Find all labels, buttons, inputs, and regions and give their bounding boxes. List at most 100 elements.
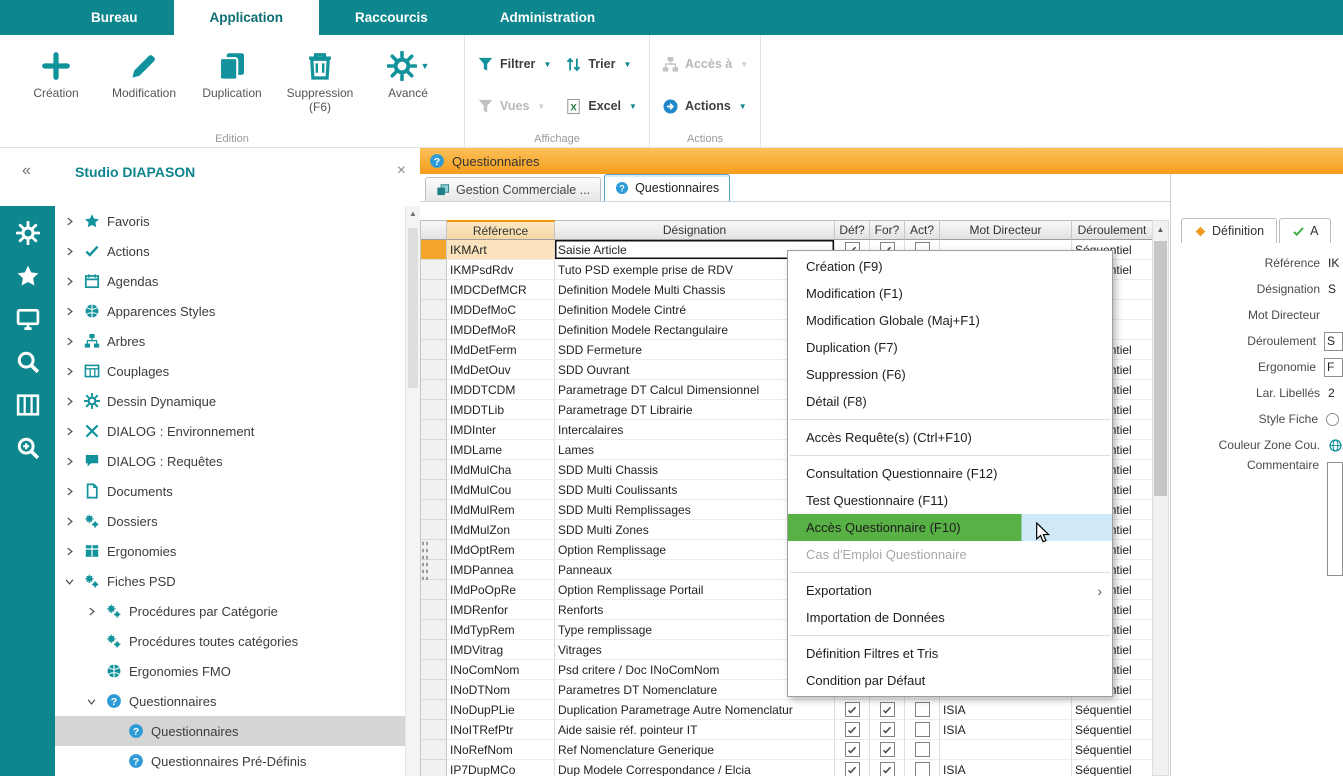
vues-button[interactable]: Vues ▼ — [477, 93, 551, 119]
radio-icon[interactable] — [1326, 413, 1339, 426]
close-sidebar-button[interactable]: × — [397, 162, 406, 180]
checkbox-cell[interactable] — [905, 720, 940, 740]
tree-item-proc-dures-par-cat-gorie[interactable]: Procédures par Catégorie — [55, 596, 406, 626]
excel-button[interactable]: X Excel ▼ — [565, 93, 637, 119]
menu-item-duplication-f7[interactable]: Duplication (F7) — [788, 334, 1112, 361]
chevron-collapsed-icon[interactable] — [63, 365, 76, 378]
checkbox-unchecked[interactable] — [915, 722, 930, 737]
cell-reference[interactable]: IMDDefMoR — [447, 320, 555, 340]
menu-item-condition-par-d-faut[interactable]: Condition par Défaut — [788, 667, 1112, 694]
field-value[interactable]: 2 — [1328, 386, 1343, 400]
cell-reference[interactable]: IMDLame — [447, 440, 555, 460]
row-selector[interactable] — [421, 520, 447, 540]
settings-icon[interactable] — [15, 220, 41, 246]
checkbox-unchecked[interactable] — [915, 762, 930, 776]
menu-item-modification-f1[interactable]: Modification (F1) — [788, 280, 1112, 307]
menu-item-exportation[interactable]: Exportation › — [788, 577, 1112, 604]
chevron-collapsed-icon[interactable] — [63, 455, 76, 468]
column-header-r-f-rence[interactable]: Référence — [447, 220, 555, 240]
tree-item-dessin-dynamique[interactable]: Dessin Dynamique — [55, 386, 406, 416]
cell-mot-directeur[interactable]: ISIA — [940, 760, 1072, 776]
commentaire-textarea[interactable] — [1327, 462, 1343, 576]
tree-item-questionnaires-pr-d-finis[interactable]: ? Questionnaires Pré-Définis — [55, 746, 406, 776]
tree-item-questionnaires[interactable]: ? Questionnaires — [55, 686, 406, 716]
cell-reference[interactable]: IMdPoOpRe — [447, 580, 555, 600]
field-value[interactable]: IK — [1328, 256, 1343, 270]
modification-button[interactable]: Modification — [100, 39, 188, 115]
desktop-icon[interactable] — [15, 306, 41, 332]
column-header-d-f[interactable]: Déf? — [835, 220, 870, 240]
cell-designation[interactable]: Dup Modele Correspondance / Elcia — [555, 760, 835, 776]
chevron-collapsed-icon[interactable] — [63, 545, 76, 558]
panel-tab-d-finition[interactable]: Définition — [1181, 218, 1277, 243]
checkbox-cell[interactable] — [870, 700, 905, 720]
cell-reference[interactable]: IMDDefMoC — [447, 300, 555, 320]
cell-reference[interactable]: IMDDTLib — [447, 400, 555, 420]
chevron-collapsed-icon[interactable] — [63, 335, 76, 348]
checkbox-unchecked[interactable] — [915, 702, 930, 717]
tree-scrollbar-thumb[interactable] — [408, 228, 418, 388]
row-selector[interactable] — [421, 760, 447, 776]
tree-item-dossiers[interactable]: Dossiers — [55, 506, 406, 536]
checkbox-checked[interactable] — [880, 762, 895, 776]
checkbox-cell[interactable] — [835, 700, 870, 720]
cell-reference[interactable]: INoRefNom — [447, 740, 555, 760]
chevron-collapsed-icon[interactable] — [63, 245, 76, 258]
checkbox-checked[interactable] — [845, 742, 860, 757]
field-input[interactable]: S — [1324, 332, 1343, 351]
tree-item-favoris[interactable]: Favoris — [55, 206, 406, 236]
field-value[interactable]: S — [1328, 282, 1343, 296]
collapse-sidebar-button[interactable]: « — [22, 162, 31, 180]
checkbox-checked[interactable] — [845, 762, 860, 776]
scroll-up-icon[interactable]: ▲ — [1153, 221, 1168, 237]
cell-mot-directeur[interactable]: ISIA — [940, 700, 1072, 720]
tree-item-fiches-psd[interactable]: Fiches PSD — [55, 566, 406, 596]
menu-item-consultation-questionnaire-f12[interactable]: Consultation Questionnaire (F12) — [788, 460, 1112, 487]
grid-splitter-handle[interactable] — [421, 540, 428, 580]
checkbox-cell[interactable] — [835, 720, 870, 740]
row-selector[interactable] — [421, 740, 447, 760]
cell-reference[interactable]: IMDVitrag — [447, 640, 555, 660]
menu-item-importation-de-donn-es[interactable]: Importation de Données — [788, 604, 1112, 631]
menu-item-cas-d-emploi-questionnaire[interactable]: Cas d'Emploi Questionnaire — [788, 541, 1112, 568]
chevron-collapsed-icon[interactable] — [63, 485, 76, 498]
tree-item-arbres[interactable]: Arbres — [55, 326, 406, 356]
cell-reference[interactable]: IKMPsdRdv — [447, 260, 555, 280]
chevron-collapsed-icon[interactable] — [63, 305, 76, 318]
tree-item-dialog-environnement[interactable]: DIALOG : Environnement — [55, 416, 406, 446]
column-header-for[interactable]: For? — [870, 220, 905, 240]
cell-reference[interactable]: IMDInter — [447, 420, 555, 440]
trier-button[interactable]: Trier ▼ — [565, 51, 637, 77]
zoom-icon[interactable] — [15, 435, 41, 461]
ribbon-tab-bureau[interactable]: Bureau — [55, 0, 174, 35]
cell-reference[interactable]: IMdOptRem — [447, 540, 555, 560]
cell-reference[interactable]: IMdMulZon — [447, 520, 555, 540]
menu-item-acc-s-questionnaire-f10[interactable]: Accès Questionnaire (F10) — [788, 514, 1112, 541]
tree-item-dialog-requ-tes[interactable]: DIALOG : Requêtes — [55, 446, 406, 476]
tree-item-couplages[interactable]: Couplages — [55, 356, 406, 386]
checkbox-checked[interactable] — [845, 702, 860, 717]
menu-item-modification-globale-maj-f1[interactable]: Modification Globale (Maj+F1) — [788, 307, 1112, 334]
tree-item-actions[interactable]: Actions — [55, 236, 406, 266]
actions-button[interactable]: Actions ▼ — [662, 93, 748, 119]
panel-tab-a[interactable]: A — [1279, 218, 1331, 243]
cell-reference[interactable]: IMDCDefMCR — [447, 280, 555, 300]
menu-item-suppression-f6[interactable]: Suppression (F6) — [788, 361, 1112, 388]
chevron-collapsed-icon[interactable] — [63, 515, 76, 528]
table-row[interactable]: INoDupPLie Duplication Parametrage Autre… — [421, 700, 1153, 720]
cell-reference[interactable]: IP7DupMCo — [447, 760, 555, 776]
table-row[interactable]: INoRefNom Ref Nomenclature Generique Séq… — [421, 740, 1153, 760]
row-selector[interactable] — [421, 640, 447, 660]
layout-icon[interactable] — [15, 392, 41, 418]
filtrer-button[interactable]: Filtrer ▼ — [477, 51, 551, 77]
column-header-d-signation[interactable]: Désignation — [555, 220, 835, 240]
cell-reference[interactable]: IMDDTCDM — [447, 380, 555, 400]
avanc-button[interactable]: ▼ Avancé — [364, 39, 452, 115]
tree-scrollbar[interactable]: ▲ — [405, 206, 420, 776]
cell-deroulement[interactable]: Séquentiel — [1072, 760, 1153, 776]
chevron-collapsed-icon[interactable] — [63, 275, 76, 288]
checkbox-cell[interactable] — [870, 720, 905, 740]
menu-item-d-tail-f8[interactable]: Détail (F8) — [788, 388, 1112, 415]
menu-item-test-questionnaire-f11[interactable]: Test Questionnaire (F11) — [788, 487, 1112, 514]
chevron-expanded-icon[interactable] — [85, 695, 98, 708]
